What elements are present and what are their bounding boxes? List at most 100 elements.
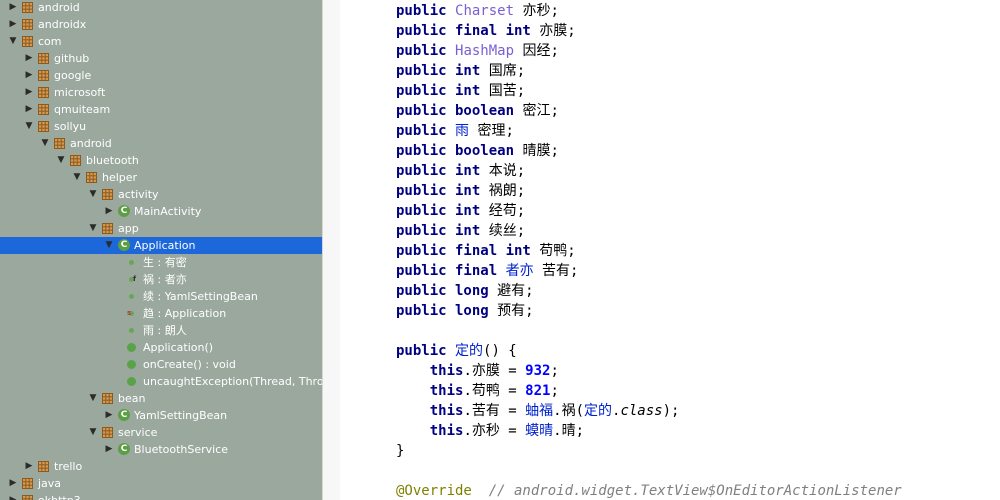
chevron-down-icon[interactable]: ▼ [88,186,98,203]
tree-row-package[interactable]: ▼ service [0,424,322,441]
code-editor[interactable]: public Charset 亦秒; public final int 亦膜; pu… [340,0,1000,500]
tree-row-package[interactable]: ▶ androidx [0,16,322,33]
tree-row-package[interactable]: ▶ java [0,475,322,492]
code-token: .亦膜 = [463,363,526,379]
tree-item-label: okhttp3 [38,492,81,500]
code-token: 亦膜; [530,23,576,39]
tree-row-package[interactable]: ▶ okhttp3 [0,492,322,500]
tree-row-field[interactable]: 续 : YamlSettingBean [0,288,322,305]
chevron-down-icon[interactable]: ▼ [104,237,114,254]
tree-row-package[interactable]: ▶ github [0,50,322,67]
tree-row-field-static[interactable]: s 趋 : Application [0,305,322,322]
tree-row-field[interactable]: 生 : 有密 [0,254,322,271]
package-icon [102,189,113,200]
tree-item-label: android [70,137,112,150]
code-line[interactable]: public int 国席; [396,61,525,81]
tree-row-package[interactable]: ▼ bean [0,390,322,407]
chevron-right-icon[interactable]: ▶ [24,458,34,475]
chevron-down-icon[interactable]: ▼ [88,390,98,407]
chevron-down-icon[interactable]: ▼ [24,118,34,135]
chevron-down-icon[interactable]: ▼ [40,135,50,152]
tree-row-field-final[interactable]: f 祸 : 者亦 [0,271,322,288]
tree-row-class[interactable]: ▶ C BluetoothService [0,441,322,458]
chevron-down-icon[interactable]: ▼ [72,169,82,186]
code-line[interactable]: public int 续丝; [396,221,525,241]
tree-row-package[interactable]: ▼ android [0,135,322,152]
code-token: .晴; [553,423,585,439]
tree-row-package[interactable]: ▶ google [0,67,322,84]
tree-row-package[interactable]: ▼ helper [0,169,322,186]
code-line[interactable]: public boolean 晴膜; [396,141,559,161]
code-token: ; [550,363,559,379]
tree-row-field[interactable]: 雨 : 朗人 [0,322,322,339]
tree-item-label: 雨 : 朗人 [143,324,187,337]
chevron-right-icon[interactable]: ▶ [8,475,18,492]
code-line[interactable]: public int 国苦; [396,81,525,101]
tree-row-package[interactable]: ▼ activity [0,186,322,203]
code-line[interactable]: this.亦膜 = 932; [396,361,559,381]
chevron-down-icon[interactable]: ▼ [8,33,18,50]
tree-row-package[interactable]: ▼ bluetooth [0,152,322,169]
tree-item-label: java [38,477,62,490]
code-token: public int [396,223,481,239]
code-line[interactable]: this.苟鸭 = 821; [396,381,559,401]
chevron-down-icon[interactable]: ▼ [56,152,66,169]
code-line[interactable]: public Charset 亦秒; [396,1,559,21]
chevron-down-icon[interactable]: ▼ [88,424,98,441]
code-line[interactable]: public 定的() { [396,341,517,361]
tree-item-label: androidx [38,18,87,31]
tree-item-label: com [38,35,62,48]
chevron-right-icon[interactable]: ▶ [24,101,34,118]
tree-row-class[interactable]: ▶ C MainActivity [0,203,322,220]
code-line[interactable]: public final 者亦 苦有; [396,261,578,281]
chevron-right-icon[interactable]: ▶ [8,0,18,16]
code-line[interactable]: public 雨 密理; [396,121,514,141]
chevron-right-icon[interactable]: ▶ [8,492,18,500]
tree-row-package[interactable]: ▶ microsoft [0,84,322,101]
code-line[interactable]: this.苦有 = 蚰福.祸(定的.class); [396,401,680,421]
chevron-right-icon[interactable]: ▶ [104,407,114,424]
code-line[interactable]: this.亦秒 = 蟆晴.晴; [396,421,584,441]
tree-row-class[interactable]: ▼ C Application [0,237,322,254]
tree-row-package[interactable]: ▼ sollyu [0,118,322,135]
tree-item-label: MainActivity [134,205,202,218]
chevron-right-icon[interactable]: ▶ [8,16,18,33]
tree-row-package[interactable]: ▶ qmuiteam [0,101,322,118]
tree-row-constructor[interactable]: Application() [0,339,322,356]
code-line[interactable]: public final int 苟鸭; [396,241,576,261]
tree-row-package[interactable]: ▶ android [0,0,322,16]
chevron-right-icon[interactable]: ▶ [104,441,114,458]
code-line[interactable]: public int 祸朗; [396,181,525,201]
tree-item-label: microsoft [54,86,106,99]
code-token: ); [662,403,680,419]
tree-row-package[interactable]: ▼ com [0,33,322,50]
tree-row-package[interactable]: ▶ trello [0,458,322,475]
code-token: ; [550,383,559,399]
package-icon [86,172,97,183]
tree-row-class[interactable]: ▶ C YamlSettingBean [0,407,322,424]
code-line[interactable]: public long 预有; [396,301,534,321]
tree-item-label: trello [54,460,83,473]
code-line[interactable]: public final int 亦膜; [396,21,576,41]
chevron-right-icon[interactable]: ▶ [24,67,34,84]
code-line[interactable]: public int 经苟; [396,201,525,221]
tree-row-method[interactable]: uncaughtException(Thread, Thro [0,373,322,390]
tree-row-package[interactable]: ▼ app [0,220,322,237]
code-line[interactable]: public boolean 密江; [396,101,559,121]
code-line[interactable]: } [396,441,404,461]
chevron-right-icon[interactable]: ▶ [104,203,114,220]
code-token: 亦秒; [514,3,559,19]
chevron-right-icon[interactable]: ▶ [24,50,34,67]
code-line[interactable]: @Override // android.widget.TextView$OnE… [396,481,902,500]
code-line[interactable]: public HashMap 因经; [396,41,559,61]
chevron-down-icon[interactable]: ▼ [88,220,98,237]
code-line[interactable]: public long 避有; [396,281,534,301]
tree-item-label: onCreate() : void [143,358,236,371]
field-icon [129,260,134,265]
chevron-right-icon[interactable]: ▶ [24,84,34,101]
code-token: // android.widget.TextView$OnEditorActio… [488,483,902,499]
code-line[interactable]: public int 本说; [396,161,525,181]
tree-row-method[interactable]: onCreate() : void [0,356,322,373]
